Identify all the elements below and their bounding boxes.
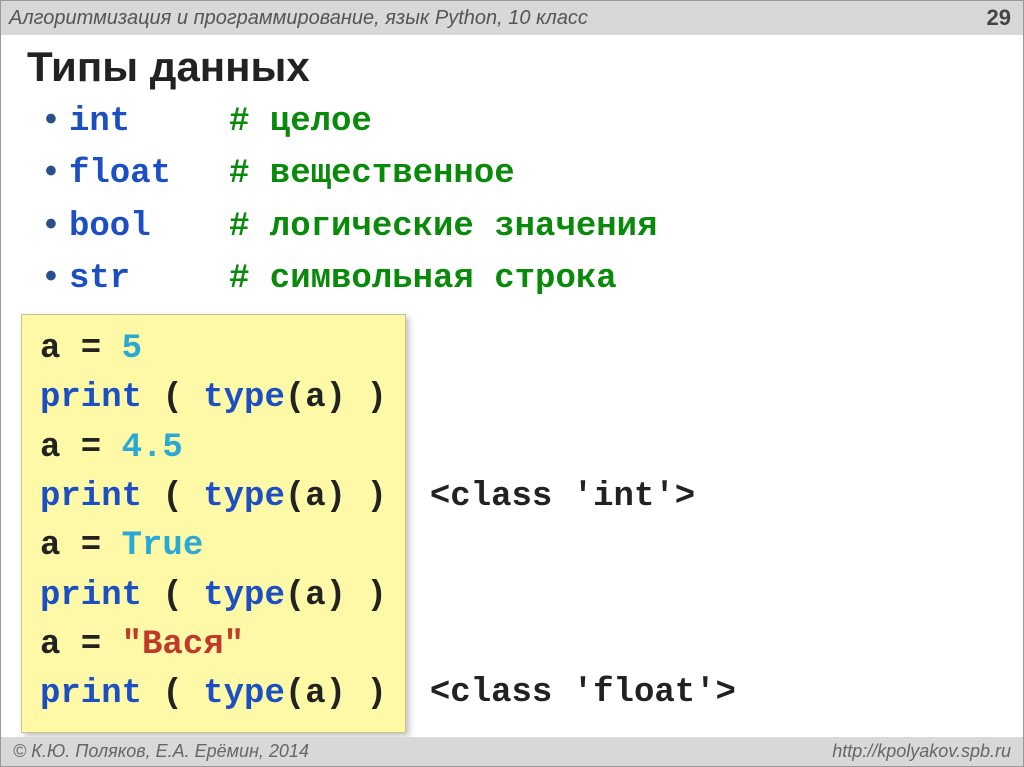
type-comment: # вещественное xyxy=(229,150,515,199)
type-keyword: int xyxy=(69,98,229,147)
page-number: 29 xyxy=(987,5,1011,31)
code-box: a = 5 print ( type(a) ) a = 4.5 print ( … xyxy=(21,314,406,732)
type-row: • int # целое xyxy=(45,95,1023,147)
header-bar: Алгоритмизация и программирование, язык … xyxy=(1,1,1023,35)
type-comment: # логические значения xyxy=(229,203,657,252)
type-keyword: float xyxy=(69,150,229,199)
page-title: Типы данных xyxy=(27,43,1023,91)
bullet-icon: • xyxy=(45,147,69,196)
bullet-icon: • xyxy=(45,252,69,301)
type-comment: # символьная строка xyxy=(229,255,617,304)
type-keyword: str xyxy=(69,255,229,304)
bullet-icon: • xyxy=(45,95,69,144)
header-subject: Алгоритмизация и программирование, язык … xyxy=(9,7,588,30)
type-comment: # целое xyxy=(229,98,372,147)
footer-copyright: © К.Ю. Поляков, Е.А. Ерёмин, 2014 xyxy=(13,741,309,762)
type-row: • float # вещественное xyxy=(45,147,1023,199)
type-list: • int # целое • float # вещественное • b… xyxy=(45,95,1023,304)
type-keyword: bool xyxy=(69,203,229,252)
type-row: • bool # логические значения xyxy=(45,200,1023,252)
output-line: <class 'int'> xyxy=(430,473,736,571)
type-row: • str # символьная строка xyxy=(45,252,1023,304)
footer-bar: © К.Ю. Поляков, Е.А. Ерёмин, 2014 http:/… xyxy=(1,737,1023,766)
footer-url: http://kpolyakov.spb.ru xyxy=(832,741,1011,762)
code-area: a = 5 print ( type(a) ) a = 4.5 print ( … xyxy=(21,314,1023,767)
bullet-icon: • xyxy=(45,200,69,249)
output-column: <class 'int'> <class 'float'> <class 'bo… xyxy=(430,314,736,767)
slide: Алгоритмизация и программирование, язык … xyxy=(0,0,1024,767)
